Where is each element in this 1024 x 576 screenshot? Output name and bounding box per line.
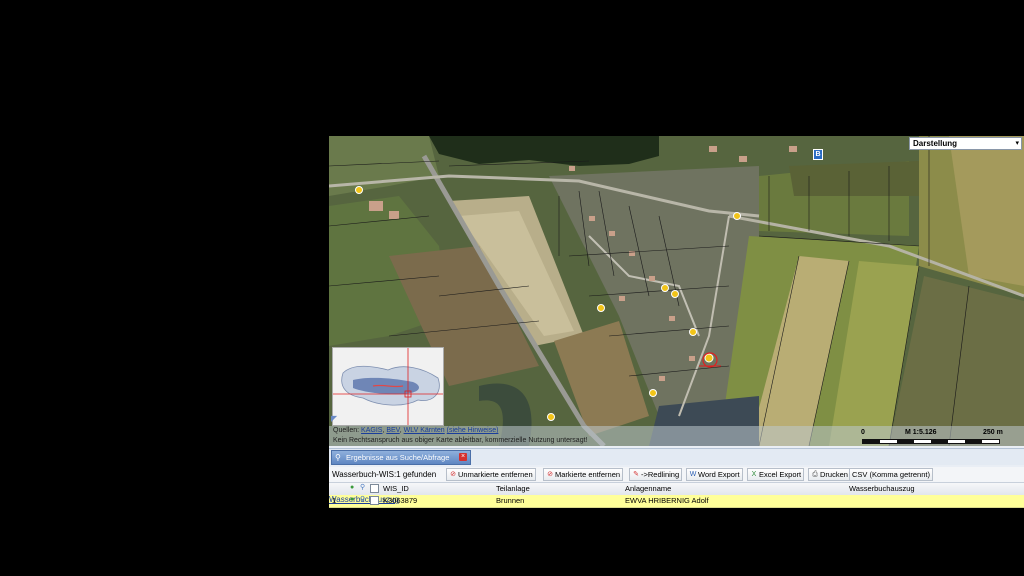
column-header-anlagenname[interactable]: Anlagenname (625, 484, 671, 493)
result-count: Wasserbuch-WIS:1 gefunden (332, 470, 437, 479)
print-button[interactable]: ⎙ Drucken (808, 468, 851, 481)
table-row[interactable]: 1 ● ⚲ K3063879 Brunnen EWVA HRIBERNIG Ad… (329, 495, 1024, 508)
button-label: Drucken (820, 470, 848, 479)
word-icon: W (689, 471, 697, 478)
scale-ratio: M 1:5.126 (905, 429, 937, 436)
button-label: CSV (Komma getrennt) (852, 470, 930, 479)
search-icon[interactable]: ⚲ (360, 496, 367, 504)
scale-bar: 0 M 1:5.126 250 m (861, 426, 1024, 446)
cell-anlagenname: EWVA HRIBERNIG Adolf (625, 496, 709, 505)
excel-icon: X (751, 471, 757, 478)
credit-link-bev[interactable]: BEV (386, 427, 399, 434)
overview-map-image (333, 348, 443, 425)
select-all-checkbox[interactable] (370, 484, 379, 493)
word-export-button[interactable]: W Word Export (686, 468, 743, 481)
results-toolbar: Wasserbuch-WIS:1 gefunden ⊘ Unmarkierte … (329, 467, 1024, 483)
remove-marked-icon: ⊘ (547, 471, 553, 478)
button-label: Excel Export (759, 470, 802, 479)
unmark-remove-button[interactable]: ⊘ Unmarkierte entfernen (446, 468, 536, 481)
poi-marker[interactable]: B (813, 149, 823, 160)
credits-prefix: Quellen: (333, 427, 362, 434)
overview-map[interactable] (332, 347, 444, 426)
credit-link-hinweise[interactable]: (siehe Hinweise) (447, 427, 499, 434)
button-label: Unmarkierte entfernen (458, 470, 533, 479)
credit-link-wlv[interactable]: WLV Kärnten (404, 427, 445, 434)
map-credits: Quellen: KAGIS, BEV, WLV Kärnten (siehe … (329, 426, 864, 446)
credits-sources: Quellen: KAGIS, BEV, WLV Kärnten (siehe … (333, 427, 498, 434)
csv-export-button[interactable]: CSV (Komma getrennt) (849, 468, 933, 481)
row-checkbox[interactable] (370, 496, 379, 505)
credits-disclaimer: Kein Rechtsanspruch aus obiger Karte abl… (333, 437, 588, 444)
print-icon: ⎙ (812, 471, 818, 478)
results-tabstrip: ⚲ Ergebnisse aus Suche/Abfrage × (329, 448, 1024, 465)
redlining-button[interactable]: ✎ ->Redlining (629, 468, 683, 481)
marked-remove-button[interactable]: ⊘ Markierte entfernen (543, 468, 624, 481)
results-table: ● ⚲ WIS_ID Teilanlage Anlagenname Wasser… (329, 483, 1024, 508)
scale-bar-graphic (862, 439, 1000, 444)
button-label: Markierte entfernen (555, 470, 621, 479)
collapse-overview-icon[interactable]: ◤ (331, 415, 339, 423)
button-label: Word Export (698, 470, 740, 479)
column-header-wis-id[interactable]: WIS_ID (383, 484, 409, 493)
redlining-icon: ✎ (633, 471, 639, 478)
chevron-down-icon[interactable]: ▾ (1015, 139, 1019, 147)
aerial-map[interactable]: Darstellung ▾ B ◤ Quellen: KAGIS, BEV, W… (329, 136, 1024, 446)
layer-select[interactable]: Darstellung ▾ (909, 137, 1022, 150)
zoom-to-icon[interactable]: ● (350, 496, 357, 504)
scale-zero: 0 (861, 429, 865, 436)
cell-wis-id: K3063879 (383, 496, 418, 505)
tab-results-label: Ergebnisse aus Suche/Abfrage (346, 453, 450, 462)
close-icon[interactable]: × (459, 453, 467, 461)
unmark-icon: ⊘ (450, 471, 456, 478)
row-number: 1 (332, 496, 337, 505)
search-icon[interactable]: ⚲ (360, 484, 367, 492)
tab-results[interactable]: ⚲ Ergebnisse aus Suche/Abfrage × (331, 450, 471, 465)
zoom-all-icon[interactable]: ● (350, 484, 357, 492)
scale-max: 250 m (983, 429, 1003, 436)
excel-export-button[interactable]: X Excel Export (747, 468, 805, 481)
binoculars-icon: ⚲ (335, 453, 341, 462)
column-header-wasserbuchauszug[interactable]: Wasserbuchauszug (849, 484, 915, 493)
credit-link-kagis[interactable]: KAGIS (361, 427, 382, 434)
layer-select-value: Darstellung (913, 139, 958, 148)
gis-application: Darstellung ▾ B ◤ Quellen: KAGIS, BEV, W… (329, 136, 1024, 508)
cell-teilanlage: Brunnen (496, 496, 525, 505)
button-label: ->Redlining (641, 470, 680, 479)
column-header-teilanlage[interactable]: Teilanlage (496, 484, 530, 493)
